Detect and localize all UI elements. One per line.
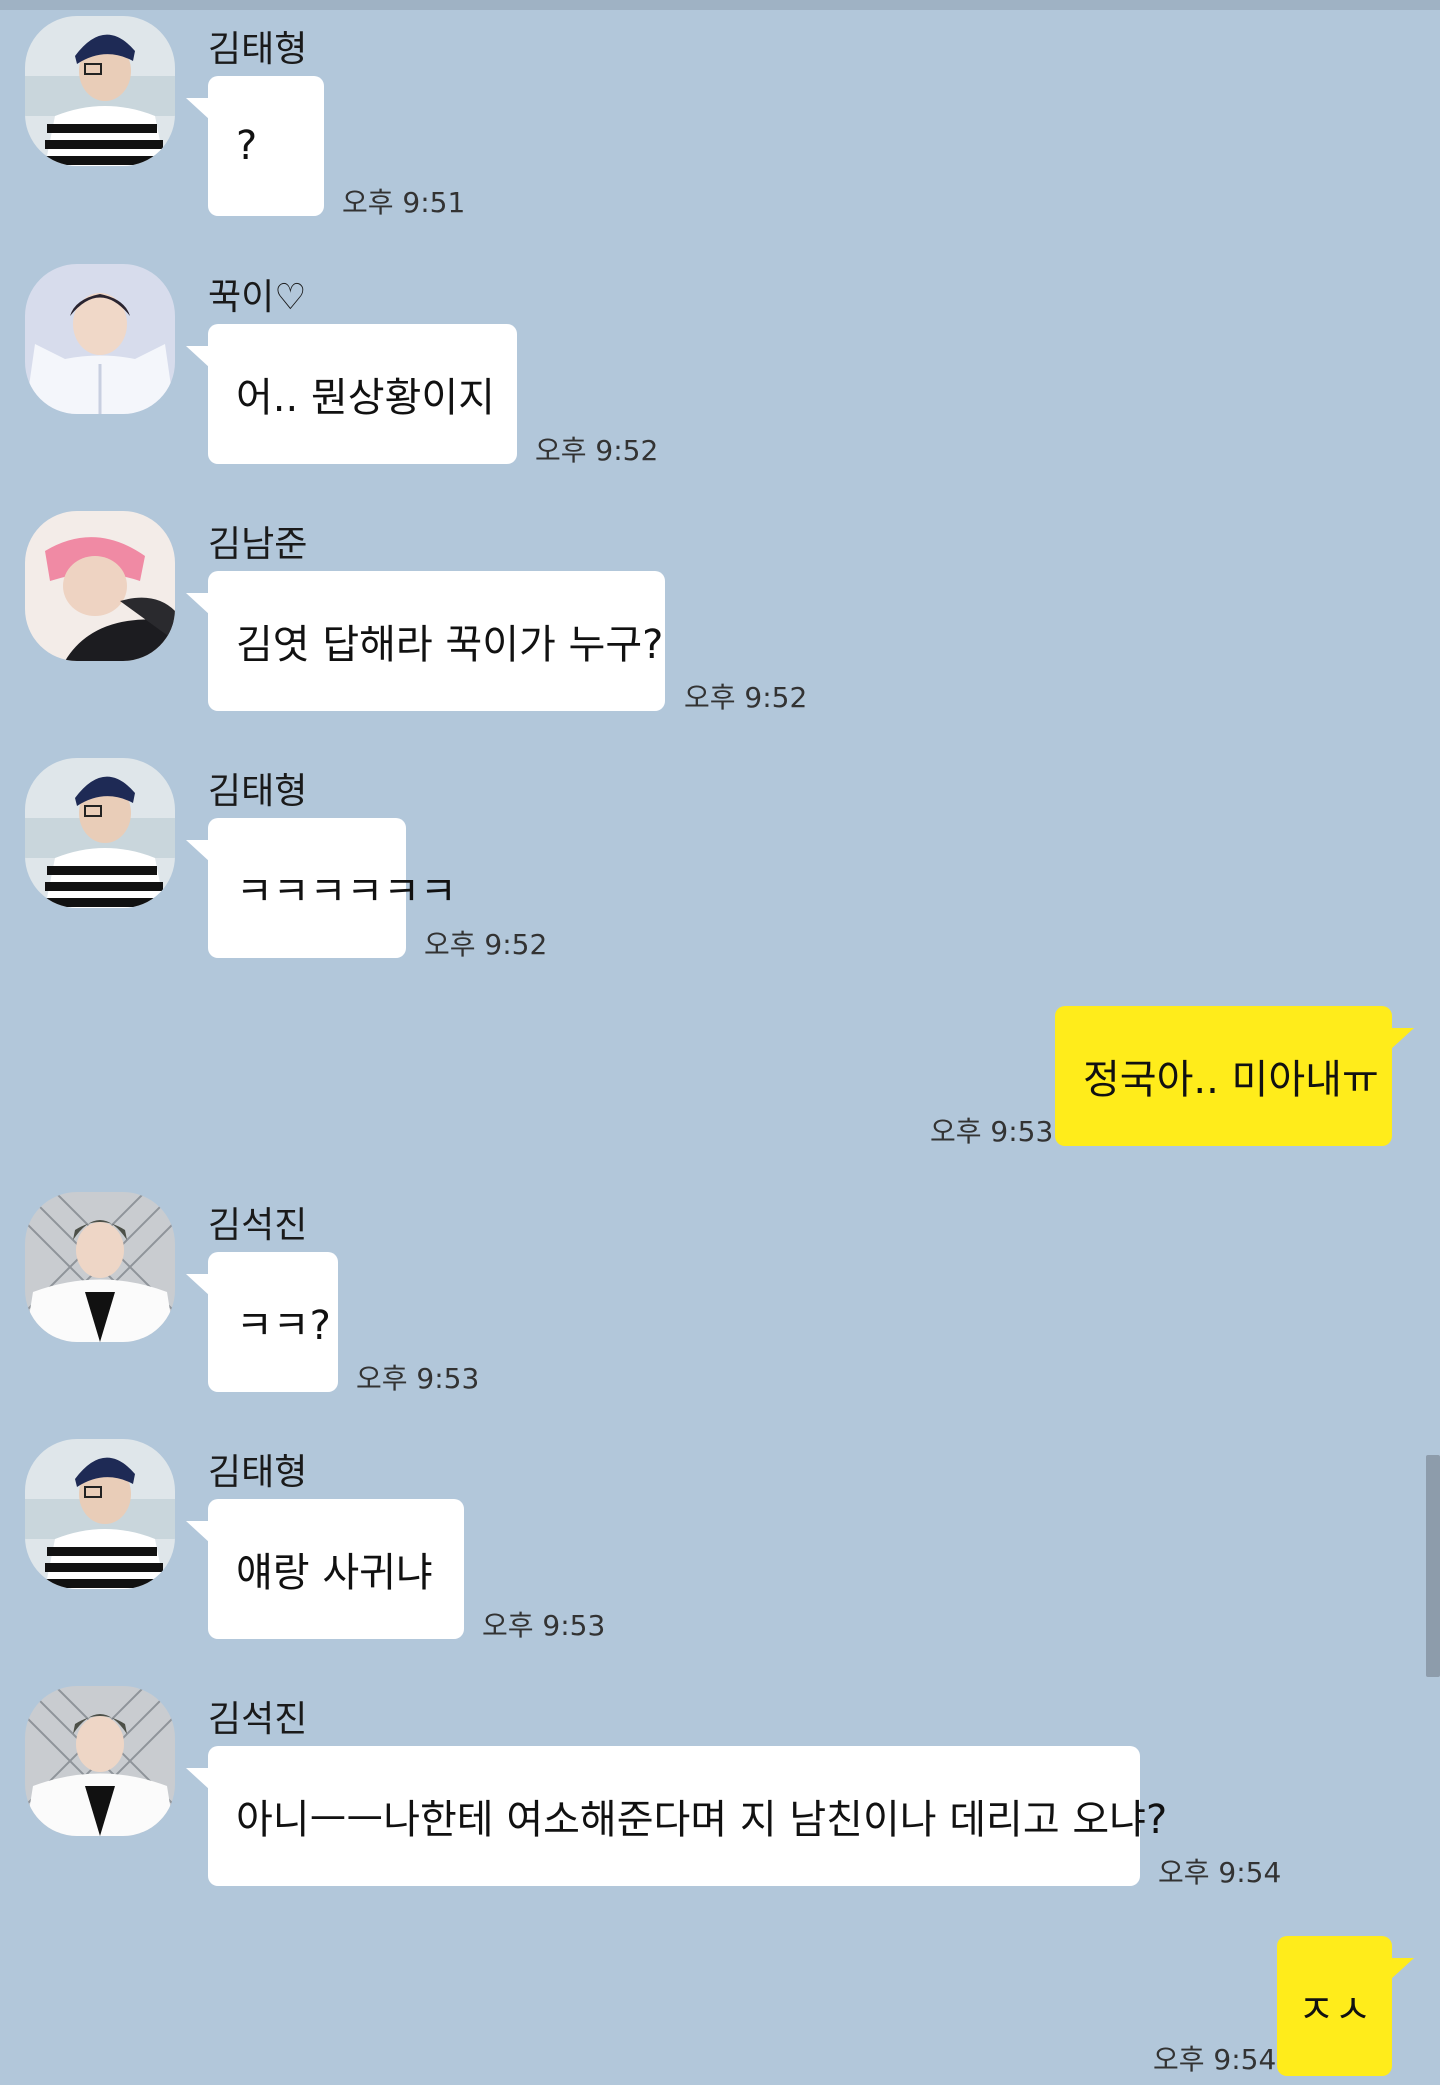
message-bubble[interactable]: 어.. 뭔상황이지 [186,324,517,464]
message-bubble[interactable]: 얘랑 사귀냐 [186,1499,464,1639]
message-time: 오후 9:53 [482,1609,606,1642]
avatar-taehyung-icon[interactable] [25,16,175,166]
message-bubble[interactable]: ㅈㅅ [1277,1936,1414,2076]
top-border [0,0,1440,10]
avatar-taehyung-icon[interactable] [25,758,175,908]
message-time: 오후 9:51 [342,186,466,219]
avatar-seokjin-icon[interactable] [25,1192,175,1342]
avatar-kook-icon[interactable] [25,264,175,414]
message-bubble[interactable]: 정국아.. 미아내ㅠ [1055,1006,1414,1146]
sender-name: 김태형 [208,771,308,812]
message-time: 오후 9:54 [1153,2043,1277,2076]
message-bubble[interactable]: 아니ㅡㅡ나한테 여소해준다며 지 남친이나 데리고 오냐? [186,1746,1167,1886]
message-time: 오후 9:54 [1158,1856,1282,1889]
message-time: 오후 9:52 [684,681,808,714]
sender-name: 김태형 [208,1452,308,1493]
message-bubble[interactable]: ? [186,76,324,216]
message-time: 오후 9:52 [535,434,659,467]
message-bubble[interactable]: ㅋㅋㅋㅋㅋㅋ [186,818,457,958]
message-time: 오후 9:53 [356,1362,480,1395]
sender-name: 김석진 [208,1205,308,1246]
avatar-seokjin-icon[interactable] [25,1686,175,1836]
message-time: 오후 9:53 [930,1115,1054,1148]
scrollbar[interactable] [1426,1455,1440,1677]
message-time: 오후 9:52 [424,928,548,961]
sender-name: 김태형 [208,29,308,70]
message-bubble[interactable]: ㅋㅋ? [186,1252,338,1392]
avatar-namjoon-icon[interactable] [25,511,175,661]
sender-name: 꾹이♡ [208,277,307,318]
message-bubble[interactable]: 김엿 답해라 꾹이가 누구? [186,571,665,711]
sender-name: 김남준 [208,524,308,565]
sender-name: 김석진 [208,1699,308,1740]
avatar-taehyung-icon[interactable] [25,1439,175,1589]
